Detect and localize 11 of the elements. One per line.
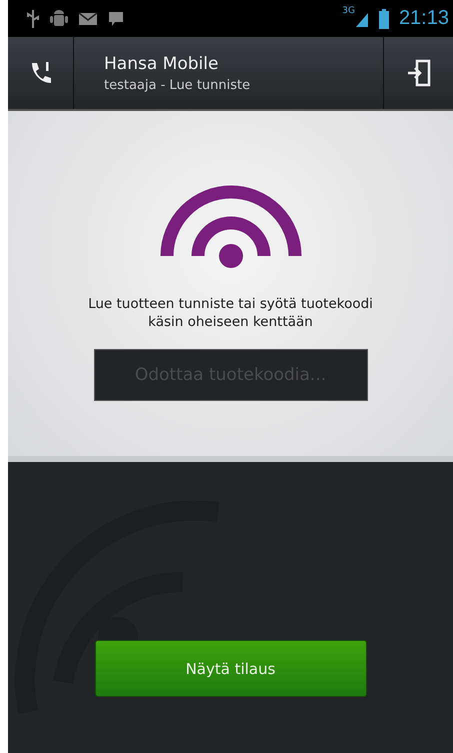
app-title: Hansa Mobile — [104, 54, 220, 74]
exit-icon — [406, 59, 432, 87]
battery-icon — [378, 8, 389, 28]
app-subtitle: testaaja - Lue tunniste — [104, 78, 252, 92]
mail-icon — [78, 10, 98, 26]
show-order-button[interactable]: Näytä tilaus — [94, 640, 366, 697]
network-type: 3G — [342, 6, 355, 16]
android-icon — [50, 8, 68, 28]
clock: 21:13 — [398, 7, 449, 30]
chat-icon — [108, 10, 124, 26]
instruction-text: Lue tuotteen tunniste tai syötä tuotekoodi käsin oheiseen kenttään — [87, 295, 374, 332]
